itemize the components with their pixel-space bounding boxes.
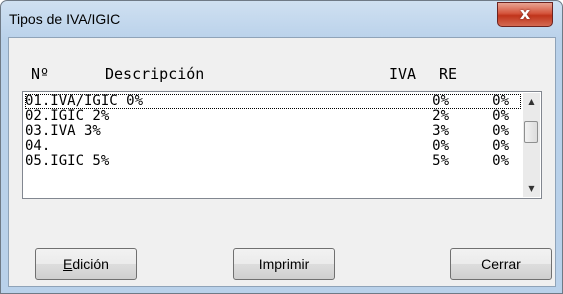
window-title: Tipos de IVA/IGIC	[9, 11, 121, 27]
edicion-button[interactable]: Edición	[35, 248, 137, 280]
list-item[interactable]: 05.IGIC 5% 5% 0%	[25, 154, 521, 169]
imprimir-button[interactable]: Imprimir	[233, 248, 335, 280]
dialog-window: Tipos de IVA/IGIC x Nº Descripción IVA R…	[0, 0, 563, 294]
scroll-up-arrow-icon[interactable]: ▲	[523, 93, 540, 110]
item-iva: 5%	[432, 153, 449, 169]
item-iva: 3%	[432, 123, 449, 139]
item-description: 01.IVA/IGIC 0%	[25, 93, 144, 109]
item-iva: 0%	[432, 138, 449, 154]
item-iva: 2%	[432, 108, 449, 124]
scroll-down-arrow-icon[interactable]: ▼	[523, 180, 540, 197]
vertical-scrollbar[interactable]: ▲ ▼	[523, 93, 540, 197]
close-icon: x	[519, 4, 531, 23]
column-header-re: RE	[439, 65, 458, 83]
list-item[interactable]: 01.IVA/IGIC 0% 0% 0%	[25, 94, 521, 109]
list-item[interactable]: 03.IVA 3% 3% 0%	[25, 124, 521, 139]
item-description: 02.IGIC 2%	[25, 108, 110, 124]
column-header-number: Nº	[31, 65, 50, 83]
title-bar[interactable]: Tipos de IVA/IGIC x	[1, 1, 562, 37]
item-iva: 0%	[432, 93, 449, 109]
item-description: 03.IVA 3%	[25, 123, 101, 139]
list-item[interactable]: 02.IGIC 2% 2% 0%	[25, 109, 521, 124]
item-re: 0%	[492, 93, 509, 109]
edicion-label: dición	[72, 256, 109, 272]
item-re: 0%	[492, 123, 509, 139]
iva-types-list[interactable]: 01.IVA/IGIC 0% 0% 0% 02.IGIC 2% 2% 0% 03…	[22, 91, 542, 199]
dialog-client-area: Nº Descripción IVA RE 01.IVA/IGIC 0% 0% …	[8, 37, 556, 287]
list-item[interactable]: 04. 0% 0%	[25, 139, 521, 154]
item-re: 0%	[492, 153, 509, 169]
close-button[interactable]: x	[497, 2, 553, 27]
item-description: 04.	[25, 138, 51, 154]
column-header-description: Descripción	[105, 65, 205, 83]
item-description: 05.IGIC 5%	[25, 153, 110, 169]
item-re: 0%	[492, 138, 509, 154]
column-header-iva: IVA	[389, 65, 417, 83]
scroll-thumb[interactable]	[524, 121, 538, 143]
edicion-mnemonic: E	[63, 256, 73, 272]
item-re: 0%	[492, 108, 509, 124]
cerrar-button[interactable]: Cerrar	[450, 248, 552, 280]
